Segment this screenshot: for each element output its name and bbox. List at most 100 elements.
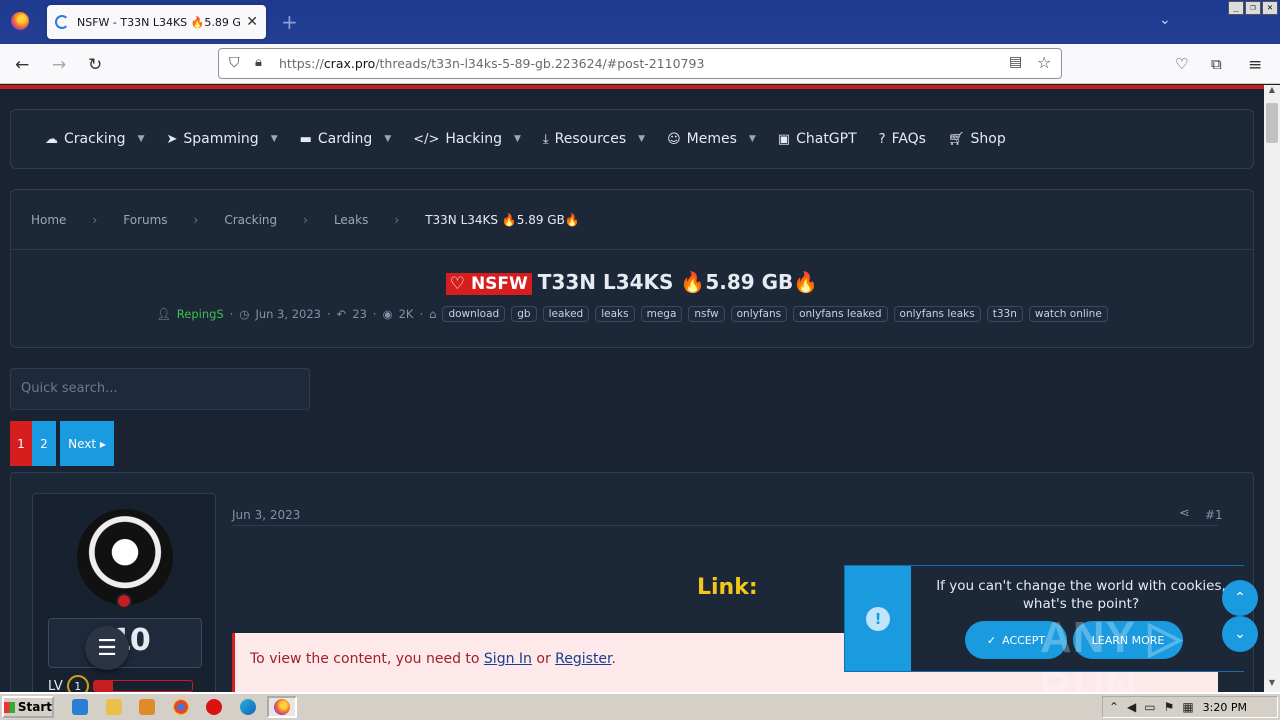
nav-memes[interactable]: ☺ Memes ▼ (667, 131, 756, 147)
folder-icon[interactable] (106, 699, 122, 715)
tag-t33n[interactable]: t33n (986, 306, 1023, 322)
nav-resources[interactable]: ⤓ Resources ▼ (543, 131, 645, 147)
opera-icon[interactable] (206, 699, 222, 715)
sign-in-link[interactable]: Sign In (484, 651, 532, 667)
tag-leaks[interactable]: leaks (595, 306, 635, 322)
level-value: 1 (66, 675, 89, 692)
page-scrollbar[interactable]: ▲ ▼ (1264, 85, 1280, 692)
tag-icon: ⌂ (429, 307, 437, 321)
url-text[interactable]: https://crax.pro/threads/t33n-l34ks-5-89… (279, 56, 704, 71)
tray-icons[interactable]: ⌃◀▭⚑▦ (1109, 700, 1202, 714)
scroll-up-arrow-icon[interactable]: ▲ (1264, 85, 1280, 99)
meta-separator: · (372, 307, 377, 321)
top-accent-line (0, 85, 1264, 89)
firefox-taskbar-button[interactable] (267, 696, 297, 718)
chevron-right-icon: › (394, 212, 400, 227)
minimize-button[interactable]: _ (1228, 1, 1244, 15)
tag-download[interactable]: download (442, 306, 506, 322)
breadcrumb-leaks[interactable]: Leaks (334, 213, 368, 227)
nav-faqs[interactable]: ? FAQs (879, 131, 926, 147)
nav-shop[interactable]: 🛒︎ Shop (948, 131, 1006, 147)
nav-spamming[interactable]: ➤ Spamming ▼ (167, 131, 278, 147)
scroll-thumb[interactable] (1266, 103, 1278, 143)
reply-count: 23 (352, 307, 367, 321)
close-window-button[interactable]: ✕ (1262, 1, 1278, 15)
credit-card-icon: ▬ (299, 131, 312, 147)
thread-date[interactable]: Jun 3, 2023 (255, 307, 321, 321)
list-tabs-chevron-icon[interactable]: ⌄ (1159, 12, 1171, 28)
nav-chatgpt[interactable]: ▣ ChatGPT (778, 131, 857, 147)
caret-down-icon: ▼ (270, 134, 278, 144)
page-2-button[interactable]: 2 (32, 421, 56, 466)
breadcrumb-cracking[interactable]: Cracking (224, 213, 277, 227)
user-icon: 👤︎ (156, 307, 171, 321)
tag-onlyfans[interactable]: onlyfans (730, 306, 788, 322)
reader-view-icon[interactable]: ▤ (1009, 54, 1022, 70)
edge-icon[interactable] (240, 699, 256, 715)
post-number[interactable]: #1 (1205, 508, 1223, 522)
breadcrumb-home[interactable]: Home (31, 213, 66, 227)
cloud-download-icon: ☁ (45, 131, 58, 147)
firefox-logo-icon[interactable] (11, 12, 29, 30)
nav-cracking[interactable]: ☁ Cracking ▼ (45, 131, 145, 147)
link-label: Link: (697, 575, 758, 600)
lock-icon[interactable]: 🔒︎ (255, 55, 262, 70)
browser-tab-bar: NSFW - T33N L34KS 🔥5.89 GB🔥 | ✕ + ⌄ _ ❐ … (0, 0, 1280, 44)
forward-arrow-icon[interactable]: → (52, 55, 66, 75)
tag-onlyfans-leaked[interactable]: onlyfans leaked (793, 306, 888, 322)
tag-leaked[interactable]: leaked (542, 306, 590, 322)
chrome-icon[interactable] (173, 699, 189, 715)
thread-title-text: T33N L34KS 🔥5.89 GB🔥 (537, 270, 819, 294)
windows-taskbar: Start ⌃◀▭⚑▦ 3:20 PM (0, 692, 1280, 720)
clock[interactable]: 3:20 PM (1203, 701, 1247, 714)
level-label: LV (48, 678, 63, 693)
meta-separator: · (419, 307, 424, 321)
window-controls: _ ❐ ✕ (1228, 1, 1278, 15)
share-icon[interactable]: ⋖ (1179, 506, 1190, 521)
breadcrumb-current[interactable]: T33N L34KS 🔥5.89 GB🔥 (425, 213, 580, 227)
thread-author[interactable]: RepingS (177, 307, 224, 321)
new-tab-button[interactable]: + (281, 10, 298, 34)
browser-nav-bar: ← → ↻ ⛉ 🔒︎ https://crax.pro/threads/t33n… (0, 44, 1280, 84)
thread-meta: 👤︎ RepingS · ◷ Jun 3, 2023 · ↶ 23 · ◉ 2K… (11, 306, 1253, 322)
maximize-button[interactable]: ❐ (1245, 1, 1261, 15)
extensions-icon[interactable]: ⧉ (1211, 55, 1222, 73)
nav-hacking[interactable]: </> Hacking ▼ (413, 131, 521, 147)
post-date[interactable]: Jun 3, 2023 (232, 508, 300, 522)
tag-gb[interactable]: gb (511, 306, 537, 322)
tag-onlyfans-leaks[interactable]: onlyfans leaks (893, 306, 981, 322)
reload-icon[interactable]: ↻ (88, 55, 102, 75)
start-button[interactable]: Start (2, 696, 54, 718)
nsfw-prefix-badge[interactable]: ♡ NSFW (445, 273, 532, 295)
pocket-icon[interactable]: ♡ (1175, 55, 1188, 73)
back-arrow-icon[interactable]: ← (15, 55, 29, 75)
ie-icon[interactable] (72, 699, 88, 715)
tag-nsfw[interactable]: nsfw (688, 306, 725, 322)
post-divider (232, 525, 1218, 526)
quick-search-input[interactable]: Quick search... (10, 368, 310, 410)
eye-icon: ◉ (382, 307, 393, 321)
tag-watch-online[interactable]: watch online (1028, 306, 1108, 322)
register-link[interactable]: Register (555, 651, 611, 667)
media-player-icon[interactable] (139, 699, 155, 715)
cart-icon: 🛒︎ (947, 131, 965, 147)
bookmark-star-icon[interactable]: ☆ (1037, 53, 1051, 72)
url-bar[interactable]: ⛉ 🔒︎ https://crax.pro/threads/t33n-l34ks… (218, 48, 1062, 79)
view-count: 2K (398, 307, 414, 321)
pagination: 1 2 Next ▸ (10, 421, 114, 466)
hamburger-menu-icon[interactable]: ≡ (1248, 55, 1262, 75)
nav-carding[interactable]: ▬ Carding ▼ (300, 131, 392, 147)
menu-fab-button[interactable]: ☰ (85, 626, 129, 670)
page-1-button[interactable]: 1 (10, 421, 32, 466)
avatar[interactable] (77, 509, 173, 605)
tab-close-button[interactable]: ✕ (246, 14, 258, 30)
tag-mega[interactable]: mega (640, 306, 683, 322)
next-page-button[interactable]: Next ▸ (60, 421, 114, 466)
browser-tab-active[interactable]: NSFW - T33N L34KS 🔥5.89 GB🔥 | ✕ (47, 5, 266, 39)
scroll-to-top-button[interactable]: ⌃ (1222, 580, 1258, 616)
code-icon: </> (413, 131, 440, 147)
cookie-text: If you can't change the world with cooki… (936, 578, 1226, 612)
chevron-right-icon: › (92, 212, 98, 227)
tracking-shield-icon[interactable]: ⛉ (229, 55, 240, 71)
breadcrumb-forums[interactable]: Forums (123, 213, 167, 227)
